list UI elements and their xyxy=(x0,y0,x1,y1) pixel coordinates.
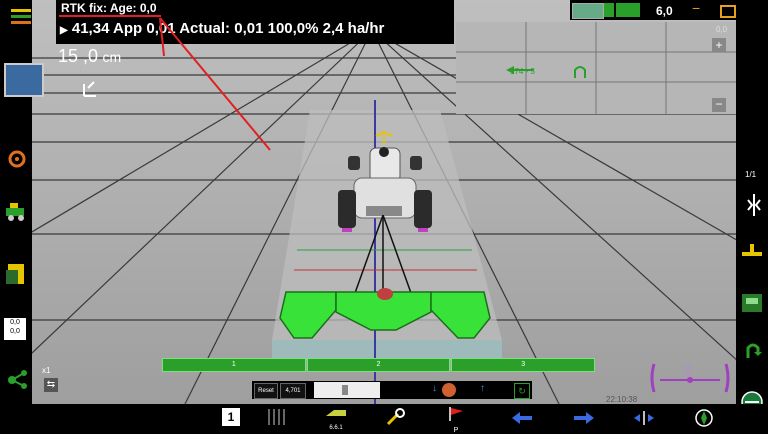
signal-icon xyxy=(616,3,640,17)
top-right-value: 6,0 xyxy=(656,4,673,18)
rtk-underline xyxy=(59,15,161,17)
zoom-out-button[interactable]: − xyxy=(712,98,726,112)
offset-unit: cm xyxy=(102,49,122,65)
multiplier: x1 xyxy=(42,366,51,375)
field-image-icon[interactable] xyxy=(572,3,604,19)
minimap-panel[interactable] xyxy=(456,22,736,114)
flag-button[interactable]: P xyxy=(446,406,466,434)
offset-display: 15 ,0 cm xyxy=(58,46,138,70)
level-value: 0 xyxy=(685,364,692,376)
play-icon[interactable]: ▶ xyxy=(60,25,68,36)
section-3[interactable]: 3 xyxy=(451,358,596,372)
reset-button[interactable]: Reset xyxy=(254,383,278,399)
speed-value: 41,34 xyxy=(71,20,110,37)
down-arrow-icon[interactable]: ↓ xyxy=(432,383,442,397)
app-label: App xyxy=(113,20,143,37)
nudge-right-icon[interactable] xyxy=(572,410,596,426)
page-indicator: 1/1 xyxy=(745,170,757,179)
page-number-box[interactable]: 1 xyxy=(222,408,240,426)
share-icon[interactable] xyxy=(6,368,30,390)
xy-top: 0,0 xyxy=(10,319,20,326)
zoom-value: 0,0 xyxy=(716,25,728,34)
page-number: 1 xyxy=(227,410,235,424)
nudge-left-icon[interactable] xyxy=(510,410,534,426)
up-arrow-icon[interactable]: ↑ xyxy=(480,383,490,397)
rtk-fix-status[interactable]: RTK fix: Age: 0,0 xyxy=(61,1,157,15)
progress-slot[interactable] xyxy=(314,382,380,398)
clock: 22:10:38 xyxy=(606,395,638,404)
version-label: 6.6.1 xyxy=(329,425,343,431)
guidance-arrow-icon xyxy=(504,62,536,74)
settings-icon[interactable] xyxy=(6,148,28,170)
version-button[interactable]: 6.6.1 xyxy=(324,406,348,431)
sprayer-boom xyxy=(276,288,494,344)
zoom-in-button[interactable]: + xyxy=(712,38,726,52)
nozzle-icon[interactable] xyxy=(442,383,456,397)
field-save-icon[interactable] xyxy=(740,290,764,314)
bottom-toolbar: 1 6.6.1 P xyxy=(0,404,768,434)
u-turn-right-icon[interactable] xyxy=(742,340,764,362)
rate-value: 2,4 ha/hr xyxy=(322,20,385,37)
display-icon[interactable] xyxy=(4,63,44,97)
tram-lines-icon[interactable] xyxy=(266,408,286,426)
implement-icon[interactable] xyxy=(740,240,764,260)
minimize-button[interactable]: − xyxy=(692,0,700,16)
progress-handle[interactable] xyxy=(342,385,348,395)
u-turn-icon[interactable] xyxy=(572,64,588,80)
boom-adjust-icon[interactable] xyxy=(744,192,764,218)
vehicle-icon[interactable] xyxy=(4,200,28,222)
transfer-icon[interactable]: ⇆ xyxy=(44,378,58,392)
steer-mode-icon[interactable] xyxy=(80,80,100,100)
battery-icon xyxy=(604,3,614,17)
implement-hitch xyxy=(343,214,423,295)
coverage-percent: 100,0% xyxy=(267,20,319,37)
section-1[interactable]: 1 xyxy=(162,358,306,372)
menu-icon[interactable] xyxy=(10,6,32,28)
xy-bottom: 0,0 xyxy=(10,328,20,335)
section-bar[interactable]: 1 2 3 xyxy=(162,358,596,372)
field-data-icon[interactable] xyxy=(4,262,28,286)
section-toolbar: Reset 4,701 ↓ ↑ ↻ xyxy=(252,381,532,399)
count-display: 4,701 xyxy=(280,383,306,399)
center-line-icon[interactable] xyxy=(632,410,656,426)
wrench-icon[interactable] xyxy=(384,408,406,428)
offset-value: 15 ,0 xyxy=(58,46,99,66)
section-2[interactable]: 2 xyxy=(306,358,451,372)
refresh-icon[interactable]: ↻ xyxy=(514,383,530,399)
level-gauge: 0 xyxy=(648,360,732,396)
xy-readout[interactable]: 0,0 0,0 xyxy=(4,318,26,340)
maximize-button[interactable] xyxy=(720,5,736,18)
annotation-arrow xyxy=(150,14,275,154)
compass-icon[interactable] xyxy=(694,408,714,428)
